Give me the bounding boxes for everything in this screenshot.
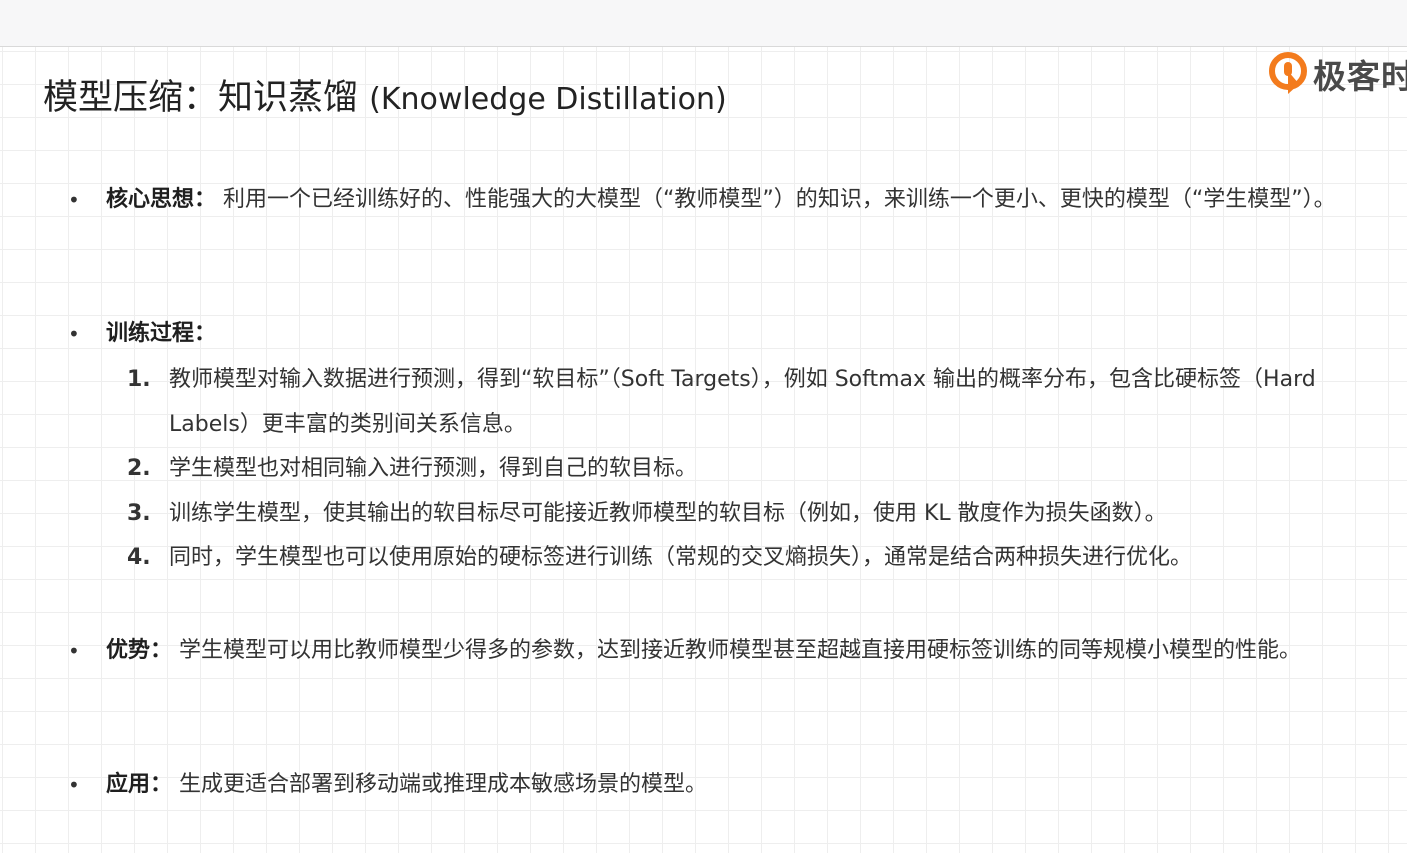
- brand-name: 极客时间: [1313, 57, 1407, 96]
- slide-title-cn: 模型压缩：知识蒸馏: [43, 78, 359, 118]
- training-step: 3. 训练学生模型，使其输出的软目标尽可能接近教师模型的软目标（例如，使用 KL…: [127, 492, 1387, 537]
- bullet-dot-icon: •: [68, 639, 80, 663]
- top-toolbar: [0, 0, 1407, 47]
- bullet-application: • 应用： 生成更适合部署到移动端或推理成本敏感场景的模型。: [68, 763, 1386, 807]
- training-step: 1. 教师模型对输入数据进行预测，得到“软目标”（Soft Targets），例…: [127, 358, 1387, 447]
- core-idea-label: 核心思想：: [106, 187, 217, 212]
- step-number: 2.: [127, 456, 151, 481]
- bullet-core-idea: • 核心思想： 利用一个已经训练好的、性能强大的大模型（“教师模型”）的知识，来…: [68, 178, 1386, 222]
- geektime-logo-icon: [1269, 52, 1307, 94]
- brand-logo: 极客时间: [1268, 52, 1407, 96]
- step-number: 3.: [127, 500, 151, 526]
- advantage-label: 优势：: [106, 638, 173, 663]
- application-label: 应用：: [106, 772, 173, 797]
- slide-title: 模型压缩：知识蒸馏 (Knowledge Distillation): [43, 74, 727, 124]
- step-text: 学生模型也对相同输入进行预测，得到自己的软目标。: [169, 456, 698, 481]
- slide-title-en: (Knowledge Distillation): [369, 82, 727, 117]
- step-text: 教师模型对输入数据进行预测，得到“软目标”（Soft Targets），例如 S…: [169, 367, 1316, 437]
- training-label: 训练过程：: [106, 321, 217, 346]
- step-number: 4.: [127, 545, 151, 570]
- core-idea-text: 利用一个已经训练好的、性能强大的大模型（“教师模型”）的知识，来训练一个更小、更…: [223, 187, 1336, 212]
- training-step: 4. 同时，学生模型也可以使用原始的硬标签进行训练（常规的交叉熵损失），通常是结…: [127, 536, 1387, 581]
- application-text: 生成更适合部署到移动端或推理成本敏感场景的模型。: [179, 772, 708, 797]
- bullet-dot-icon: •: [68, 773, 80, 797]
- training-steps-list: 1. 教师模型对输入数据进行预测，得到“软目标”（Soft Targets），例…: [127, 358, 1387, 581]
- step-text: 同时，学生模型也可以使用原始的硬标签进行训练（常规的交叉熵损失），通常是结合两种…: [169, 545, 1193, 570]
- bullet-dot-icon: •: [68, 322, 80, 346]
- bullet-advantage: • 优势： 学生模型可以用比教师模型少得多的参数，达到接近教师模型甚至超越直接用…: [68, 629, 1386, 673]
- advantage-text: 学生模型可以用比教师模型少得多的参数，达到接近教师模型甚至超越直接用硬标签训练的…: [179, 638, 1302, 663]
- step-number: 1.: [127, 367, 151, 392]
- step-text: 训练学生模型，使其输出的软目标尽可能接近教师模型的软目标（例如，使用 KL 散度…: [169, 500, 1167, 526]
- bullet-training: • 训练过程：: [68, 312, 1386, 356]
- training-step: 2. 学生模型也对相同输入进行预测，得到自己的软目标。: [127, 447, 1387, 492]
- bullet-dot-icon: •: [68, 188, 80, 212]
